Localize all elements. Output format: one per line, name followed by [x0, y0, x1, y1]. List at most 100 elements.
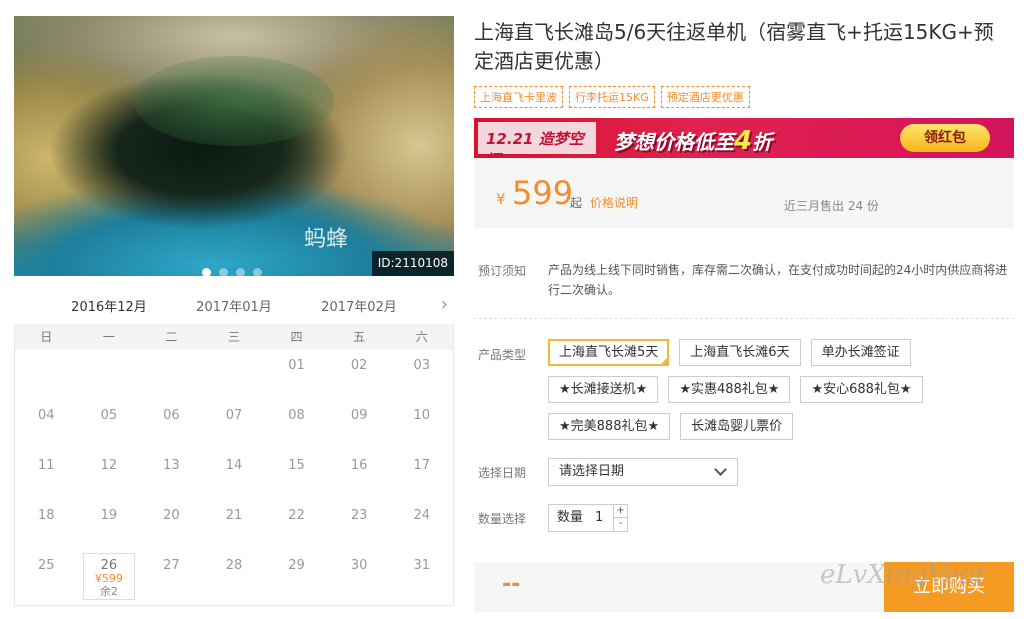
date-select[interactable]: 请选择日期 [548, 458, 738, 486]
calendar-day-number: 05 [100, 408, 118, 423]
product-type-option[interactable]: ★安心688礼包★ [800, 376, 923, 403]
quantity-decrease-button[interactable]: - [613, 518, 627, 531]
carousel-dots[interactable] [202, 268, 262, 276]
weekday-label: 四 [290, 330, 303, 344]
product-type-option[interactable]: ★实惠488礼包★ [668, 376, 791, 403]
weekday-label: 三 [227, 330, 240, 344]
calendar-day[interactable]: 24 [390, 500, 453, 550]
calendar-day[interactable]: 04 [15, 400, 78, 450]
calendar-day-number: 11 [38, 458, 55, 473]
weekday-label: 一 [102, 330, 115, 344]
calendar-day-number: 16 [350, 458, 368, 473]
quantity-stepper[interactable]: 数量 1 + - [548, 504, 628, 532]
carousel-dot[interactable] [202, 268, 211, 276]
calendar-month-tabs: 2016年12月 2017年01月 2017年02月 › [14, 288, 454, 327]
carousel-dot[interactable] [236, 268, 245, 276]
calendar-day[interactable]: 15 [265, 450, 328, 500]
calendar-day[interactable]: 27 [140, 550, 203, 600]
calendar-day[interactable]: 01 [265, 350, 328, 400]
calendar-day-number: 22 [288, 508, 305, 523]
calendar-empty-cell [140, 350, 203, 400]
product-title: 上海直飞长滩岛5/6天往返单机（宿雾直飞+托运15KG+预定酒店更优惠） [474, 20, 994, 73]
booking-notice-text: 产品为线上线下同时销售，库存需二次确认，在支付成功时间起的24小时内供应商将进行… [548, 263, 1008, 297]
product-tags: 上海直飞卡里波 行李托运15KG 预定酒店更优惠 [474, 86, 750, 108]
calendar-day[interactable]: 12 [78, 450, 141, 500]
calendar-day[interactable]: 19 [78, 500, 141, 550]
promo-slogan: 梦想价格低至4折 [614, 126, 773, 156]
carousel-dot[interactable] [219, 268, 228, 276]
product-type-option[interactable]: ★完美888礼包★ [548, 413, 671, 440]
product-type-option[interactable]: ★长滩接送机★ [548, 376, 659, 403]
calendar-day[interactable]: 03 [390, 350, 453, 400]
quantity-value[interactable]: 1 [595, 505, 603, 531]
product-type-option[interactable]: 长滩岛婴儿票价 [680, 413, 794, 440]
watermark-signature: eLvXingVeat [820, 560, 986, 590]
calendar-day[interactable]: 09 [328, 400, 391, 450]
calendar-day[interactable]: 23 [328, 500, 391, 550]
promo-logo: 12.21 造梦空间 [478, 122, 596, 158]
calendar-weekday-header: 日 一 二 三 四 五 六 [15, 324, 453, 350]
calendar-day[interactable]: 18 [15, 500, 78, 550]
chevron-right-icon[interactable]: › [441, 294, 448, 315]
calendar-day[interactable]: 30 [328, 550, 391, 600]
calendar-day-number: 17 [413, 458, 430, 473]
calendar-day[interactable]: 31 [390, 550, 453, 600]
calendar-day[interactable]: 14 [203, 450, 266, 500]
calendar-day[interactable]: 17 [390, 450, 453, 500]
product-type-option[interactable]: 上海直飞长滩6天 [679, 339, 801, 366]
calendar-day[interactable]: 13 [140, 450, 203, 500]
claim-coupon-button[interactable]: 领红包 [900, 124, 990, 152]
product-type-option[interactable]: 单办长滩签证 [810, 339, 911, 366]
calendar-day-number: 08 [288, 408, 305, 423]
calendar-day[interactable]: 08 [265, 400, 328, 450]
calendar-day-number: 20 [163, 508, 180, 523]
calendar-day-number: 19 [100, 508, 118, 523]
calendar-empty-cell [203, 350, 266, 400]
calendar-day-number: 26 [100, 558, 118, 573]
tab-month-jan[interactable]: 2017年01月 [189, 296, 279, 325]
calendar-day-number: 14 [225, 458, 243, 473]
product-id-tag: ID:2110108 [371, 251, 454, 276]
calendar-day-number: 01 [288, 358, 305, 373]
product-type-option[interactable]: 上海直飞长滩5天 [548, 339, 670, 366]
calendar-day[interactable]: 21 [203, 500, 266, 550]
date-select-value: 请选择日期 [559, 464, 625, 479]
calendar-day[interactable]: 05 [78, 400, 141, 450]
calendar-day[interactable]: 02 [328, 350, 391, 400]
product-photo-carousel[interactable]: 蚂蜂 ID:2110108 [14, 16, 454, 276]
calendar-day-grid: 01 02 03 04 05 06 07 08 09 10 11 12 13 14 15 16 17 18 19 20… [15, 350, 453, 600]
calendar-day[interactable]: 06 [140, 400, 203, 450]
calendar-day[interactable]: 20 [140, 500, 203, 550]
calendar-day[interactable]: 10 [390, 400, 453, 450]
tab-month-dec[interactable]: 2016年12月 [64, 296, 154, 327]
price-amount: 599 [512, 174, 574, 212]
calendar-day[interactable]: 25 [15, 550, 78, 600]
calendar-day[interactable]: 16 [328, 450, 391, 500]
photo-watermark: 蚂蜂 [304, 227, 349, 252]
product-type-options: 上海直飞长滩5天 上海直飞长滩6天 单办长滩签证 ★长滩接送机★ ★实惠488礼… [548, 339, 1014, 440]
calendar-day[interactable]: 28 [203, 550, 266, 600]
calendar-day-number: 06 [163, 408, 180, 423]
calendar-day[interactable]: 22 [265, 500, 328, 550]
price-explain-link[interactable]: 价格说明 [590, 194, 638, 211]
tab-month-feb[interactable]: 2017年02月 [314, 296, 404, 325]
promo-banner[interactable]: 12.21 造梦空间 梦想价格低至4折 领红包 [474, 118, 1014, 158]
weekday-label: 五 [353, 330, 366, 344]
calendar-day[interactable]: 29 [265, 550, 328, 600]
photo-moss-decoration [134, 56, 334, 146]
quantity-label: 数量选择 [478, 512, 527, 526]
calendar-day-remaining: 余2 [99, 585, 118, 598]
calendar-day-number: 10 [413, 408, 430, 423]
calendar-day-number: 25 [38, 558, 55, 573]
carousel-dot[interactable] [253, 268, 262, 276]
product-tag: 行李托运15KG [569, 86, 655, 108]
price-from-label: 起 [570, 196, 583, 210]
calendar-day[interactable]: 26 ¥599 余2 [82, 553, 136, 600]
calendar-day[interactable]: 11 [15, 450, 78, 500]
calendar-empty-cell [15, 350, 78, 400]
calendar-day-number: 23 [350, 508, 368, 523]
calendar-day-number: 15 [288, 458, 305, 473]
quantity-increase-button[interactable]: + [613, 505, 627, 518]
total-price: -- [502, 572, 521, 597]
calendar-day[interactable]: 07 [203, 400, 266, 450]
